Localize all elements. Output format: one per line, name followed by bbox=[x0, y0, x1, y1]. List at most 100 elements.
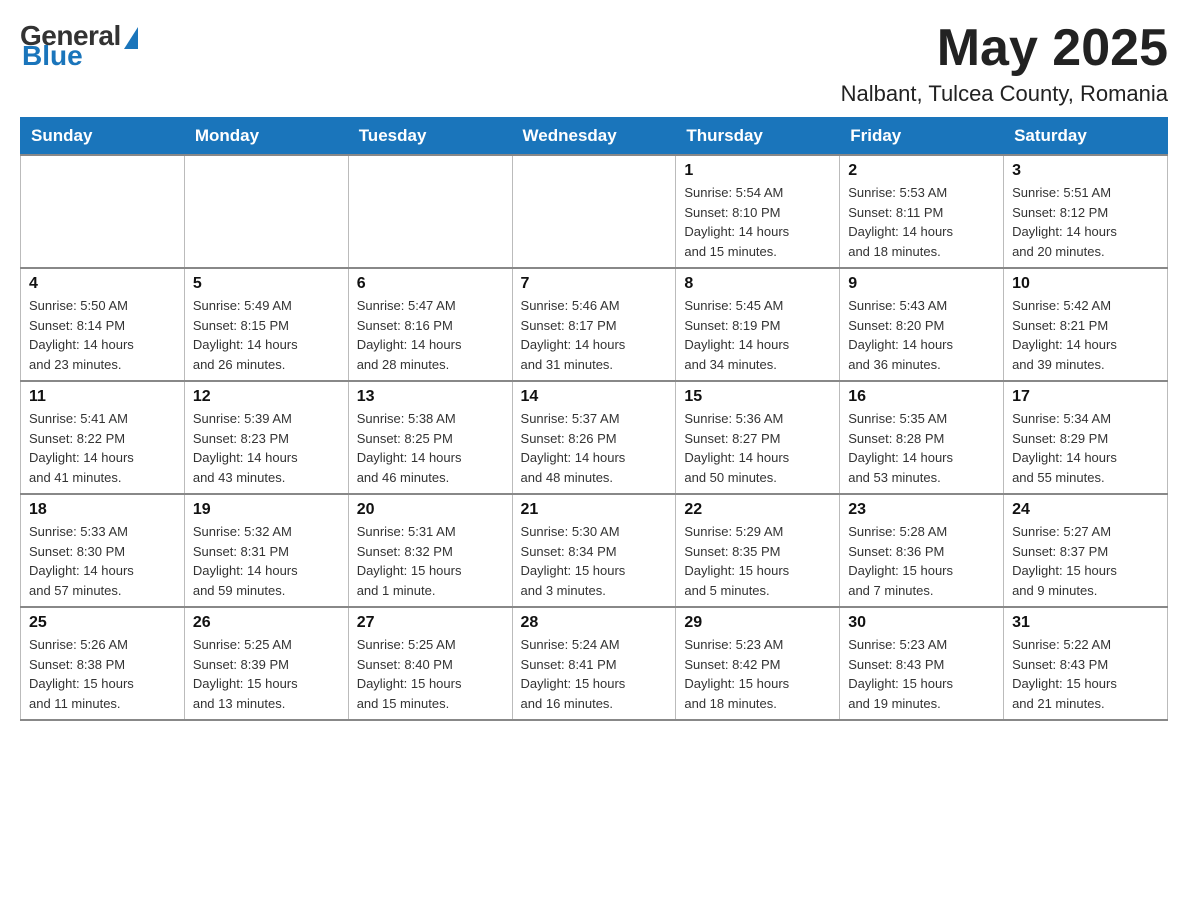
day-number: 15 bbox=[684, 388, 831, 406]
calendar-cell: 26 Sunrise: 5:25 AM Sunset: 8:39 PM Dayli… bbox=[184, 607, 348, 720]
calendar-cell bbox=[348, 155, 512, 268]
calendar-header-thursday: Thursday bbox=[676, 118, 840, 156]
day-info: Sunrise: 5:43 AM Sunset: 8:20 PM Dayligh… bbox=[848, 296, 995, 374]
calendar-cell: 19Sunrise: 5:32 AM Sunset: 8:31 PM Dayli… bbox=[184, 494, 348, 607]
calendar-header-sunday: Sunday bbox=[21, 118, 185, 156]
calendar-cell: 6 Sunrise: 5:47 AM Sunset: 8:16 PM Daylig… bbox=[348, 268, 512, 381]
day-info: Sunrise: 5:47 AM Sunset: 8:16 PM Dayligh… bbox=[357, 296, 504, 374]
calendar-cell: 14 Sunrise: 5:37 AM Sunset: 8:26 PM Dayli… bbox=[512, 381, 676, 494]
day-number: 3 bbox=[1012, 162, 1159, 180]
day-info: Sunrise: 5:46 AM Sunset: 8:17 PM Dayligh… bbox=[521, 296, 668, 374]
calendar-cell: 29Sunrise: 5:23 AM Sunset: 8:42 PM Dayli… bbox=[676, 607, 840, 720]
calendar-cell: 3 Sunrise: 5:51 AM Sunset: 8:12 PM Daylig… bbox=[1004, 155, 1168, 268]
day-number: 27 bbox=[357, 614, 504, 632]
day-number: 7 bbox=[521, 275, 668, 293]
calendar-cell bbox=[512, 155, 676, 268]
day-info: Sunrise: 5:42 AM Sunset: 8:21 PM Dayligh… bbox=[1012, 296, 1159, 374]
calendar-cell: 7 Sunrise: 5:46 AM Sunset: 8:17 PM Daylig… bbox=[512, 268, 676, 381]
calendar-cell: 21Sunrise: 5:30 AM Sunset: 8:34 PM Dayli… bbox=[512, 494, 676, 607]
day-number: 20 bbox=[357, 501, 504, 519]
day-number: 22 bbox=[684, 501, 831, 519]
day-number: 12 bbox=[193, 388, 340, 406]
calendar-cell: 13Sunrise: 5:38 AM Sunset: 8:25 PM Dayli… bbox=[348, 381, 512, 494]
day-info: Sunrise: 5:25 AM Sunset: 8:39 PM Dayligh… bbox=[193, 635, 340, 713]
calendar-cell bbox=[21, 155, 185, 268]
calendar-week-row: 11Sunrise: 5:41 AM Sunset: 8:22 PM Dayli… bbox=[21, 381, 1168, 494]
day-info: Sunrise: 5:34 AM Sunset: 8:29 PM Dayligh… bbox=[1012, 409, 1159, 487]
calendar-cell: 18Sunrise: 5:33 AM Sunset: 8:30 PM Dayli… bbox=[21, 494, 185, 607]
logo-triangle-icon bbox=[124, 27, 138, 49]
calendar-cell: 25Sunrise: 5:26 AM Sunset: 8:38 PM Dayli… bbox=[21, 607, 185, 720]
calendar-cell: 2 Sunrise: 5:53 AM Sunset: 8:11 PM Daylig… bbox=[840, 155, 1004, 268]
calendar-cell: 5 Sunrise: 5:49 AM Sunset: 8:15 PM Daylig… bbox=[184, 268, 348, 381]
calendar-header-friday: Friday bbox=[840, 118, 1004, 156]
day-number: 21 bbox=[521, 501, 668, 519]
day-number: 16 bbox=[848, 388, 995, 406]
day-number: 29 bbox=[684, 614, 831, 632]
day-number: 10 bbox=[1012, 275, 1159, 293]
calendar-cell: 28 Sunrise: 5:24 AM Sunset: 8:41 PM Dayli… bbox=[512, 607, 676, 720]
day-info: Sunrise: 5:33 AM Sunset: 8:30 PM Dayligh… bbox=[29, 522, 176, 600]
calendar-cell: 22 Sunrise: 5:29 AM Sunset: 8:35 PM Dayli… bbox=[676, 494, 840, 607]
calendar-cell: 24Sunrise: 5:27 AM Sunset: 8:37 PM Dayli… bbox=[1004, 494, 1168, 607]
day-info: Sunrise: 5:25 AM Sunset: 8:40 PM Dayligh… bbox=[357, 635, 504, 713]
logo: General Blue bbox=[20, 20, 138, 72]
day-number: 2 bbox=[848, 162, 995, 180]
day-info: Sunrise: 5:49 AM Sunset: 8:15 PM Dayligh… bbox=[193, 296, 340, 374]
calendar-cell bbox=[184, 155, 348, 268]
location-subtitle: Nalbant, Tulcea County, Romania bbox=[841, 81, 1168, 107]
day-info: Sunrise: 5:28 AM Sunset: 8:36 PM Dayligh… bbox=[848, 522, 995, 600]
calendar-header-saturday: Saturday bbox=[1004, 118, 1168, 156]
calendar-cell: 12 Sunrise: 5:39 AM Sunset: 8:23 PM Dayli… bbox=[184, 381, 348, 494]
month-year-title: May 2025 bbox=[841, 20, 1168, 77]
logo-blue-text: Blue bbox=[22, 40, 83, 72]
day-info: Sunrise: 5:50 AM Sunset: 8:14 PM Dayligh… bbox=[29, 296, 176, 374]
day-number: 11 bbox=[29, 388, 176, 406]
day-info: Sunrise: 5:31 AM Sunset: 8:32 PM Dayligh… bbox=[357, 522, 504, 600]
title-block: May 2025 Nalbant, Tulcea County, Romania bbox=[841, 20, 1168, 107]
calendar-cell: 31 Sunrise: 5:22 AM Sunset: 8:43 PM Dayli… bbox=[1004, 607, 1168, 720]
day-number: 1 bbox=[684, 162, 831, 180]
day-number: 26 bbox=[193, 614, 340, 632]
day-number: 13 bbox=[357, 388, 504, 406]
calendar-cell: 10 Sunrise: 5:42 AM Sunset: 8:21 PM Dayli… bbox=[1004, 268, 1168, 381]
day-number: 19 bbox=[193, 501, 340, 519]
calendar-header-row: SundayMondayTuesdayWednesdayThursdayFrid… bbox=[21, 118, 1168, 156]
calendar-cell: 8Sunrise: 5:45 AM Sunset: 8:19 PM Daylig… bbox=[676, 268, 840, 381]
day-info: Sunrise: 5:36 AM Sunset: 8:27 PM Dayligh… bbox=[684, 409, 831, 487]
calendar-week-row: 25Sunrise: 5:26 AM Sunset: 8:38 PM Dayli… bbox=[21, 607, 1168, 720]
calendar-week-row: 18Sunrise: 5:33 AM Sunset: 8:30 PM Dayli… bbox=[21, 494, 1168, 607]
day-info: Sunrise: 5:35 AM Sunset: 8:28 PM Dayligh… bbox=[848, 409, 995, 487]
day-info: Sunrise: 5:54 AM Sunset: 8:10 PM Dayligh… bbox=[684, 183, 831, 261]
day-number: 4 bbox=[29, 275, 176, 293]
calendar-cell: 16 Sunrise: 5:35 AM Sunset: 8:28 PM Dayli… bbox=[840, 381, 1004, 494]
calendar-week-row: 4 Sunrise: 5:50 AM Sunset: 8:14 PM Daylig… bbox=[21, 268, 1168, 381]
day-number: 28 bbox=[521, 614, 668, 632]
day-number: 14 bbox=[521, 388, 668, 406]
calendar-week-row: 1 Sunrise: 5:54 AM Sunset: 8:10 PM Daylig… bbox=[21, 155, 1168, 268]
calendar-header-wednesday: Wednesday bbox=[512, 118, 676, 156]
day-info: Sunrise: 5:39 AM Sunset: 8:23 PM Dayligh… bbox=[193, 409, 340, 487]
day-number: 5 bbox=[193, 275, 340, 293]
day-info: Sunrise: 5:26 AM Sunset: 8:38 PM Dayligh… bbox=[29, 635, 176, 713]
calendar-cell: 4 Sunrise: 5:50 AM Sunset: 8:14 PM Daylig… bbox=[21, 268, 185, 381]
day-info: Sunrise: 5:27 AM Sunset: 8:37 PM Dayligh… bbox=[1012, 522, 1159, 600]
day-info: Sunrise: 5:22 AM Sunset: 8:43 PM Dayligh… bbox=[1012, 635, 1159, 713]
day-info: Sunrise: 5:45 AM Sunset: 8:19 PM Dayligh… bbox=[684, 296, 831, 374]
day-info: Sunrise: 5:24 AM Sunset: 8:41 PM Dayligh… bbox=[521, 635, 668, 713]
day-info: Sunrise: 5:29 AM Sunset: 8:35 PM Dayligh… bbox=[684, 522, 831, 600]
page-header: General Blue May 2025 Nalbant, Tulcea Co… bbox=[20, 20, 1168, 107]
calendar-cell: 30 Sunrise: 5:23 AM Sunset: 8:43 PM Dayli… bbox=[840, 607, 1004, 720]
day-number: 31 bbox=[1012, 614, 1159, 632]
day-info: Sunrise: 5:53 AM Sunset: 8:11 PM Dayligh… bbox=[848, 183, 995, 261]
day-info: Sunrise: 5:37 AM Sunset: 8:26 PM Dayligh… bbox=[521, 409, 668, 487]
calendar-header-monday: Monday bbox=[184, 118, 348, 156]
calendar-cell: 11Sunrise: 5:41 AM Sunset: 8:22 PM Dayli… bbox=[21, 381, 185, 494]
day-info: Sunrise: 5:51 AM Sunset: 8:12 PM Dayligh… bbox=[1012, 183, 1159, 261]
calendar-cell: 17Sunrise: 5:34 AM Sunset: 8:29 PM Dayli… bbox=[1004, 381, 1168, 494]
calendar-table: SundayMondayTuesdayWednesdayThursdayFrid… bbox=[20, 117, 1168, 721]
calendar-cell: 9Sunrise: 5:43 AM Sunset: 8:20 PM Daylig… bbox=[840, 268, 1004, 381]
day-info: Sunrise: 5:23 AM Sunset: 8:43 PM Dayligh… bbox=[848, 635, 995, 713]
day-number: 6 bbox=[357, 275, 504, 293]
day-number: 30 bbox=[848, 614, 995, 632]
